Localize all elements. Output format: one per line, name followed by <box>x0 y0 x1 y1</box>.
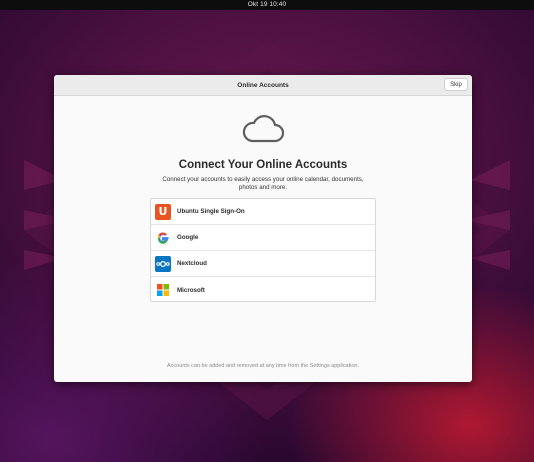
footer-note: Accounts can be added and removed at any… <box>166 363 359 369</box>
window-title: Online Accounts <box>237 81 289 89</box>
provider-label: Ubuntu Single Sign-On <box>177 208 245 215</box>
top-bar: Okt 19 10:40 <box>0 0 534 10</box>
provider-google[interactable]: Google <box>151 225 375 251</box>
provider-label: Nextcloud <box>177 260 207 267</box>
desktop: Okt 19 10:40 Online Accounts Skip Connec… <box>0 0 534 462</box>
online-accounts-window: Online Accounts Skip Connect Your Online… <box>54 75 472 382</box>
header-bar: Online Accounts Skip <box>54 75 472 96</box>
clock[interactable]: Okt 19 10:40 <box>248 0 286 10</box>
page-subtitle: Connect your accounts to easily access y… <box>162 176 364 191</box>
provider-list: U Ubuntu Single Sign-On Google Nextcloud… <box>150 198 376 302</box>
provider-label: Microsoft <box>177 286 205 294</box>
provider-nextcloud[interactable]: Nextcloud <box>151 251 375 277</box>
provider-label: Google <box>177 234 199 241</box>
microsoft-icon <box>155 282 171 298</box>
cloud-icon <box>242 115 285 143</box>
google-icon <box>155 230 171 246</box>
page-title: Connect Your Online Accounts <box>178 159 348 171</box>
provider-ubuntu-sso[interactable]: U Ubuntu Single Sign-On <box>151 199 375 225</box>
provider-microsoft[interactable]: Microsoft <box>151 277 375 303</box>
nextcloud-icon <box>155 255 171 272</box>
skip-button[interactable]: Skip <box>444 78 468 91</box>
ubuntu-sso-icon: U <box>155 203 171 220</box>
